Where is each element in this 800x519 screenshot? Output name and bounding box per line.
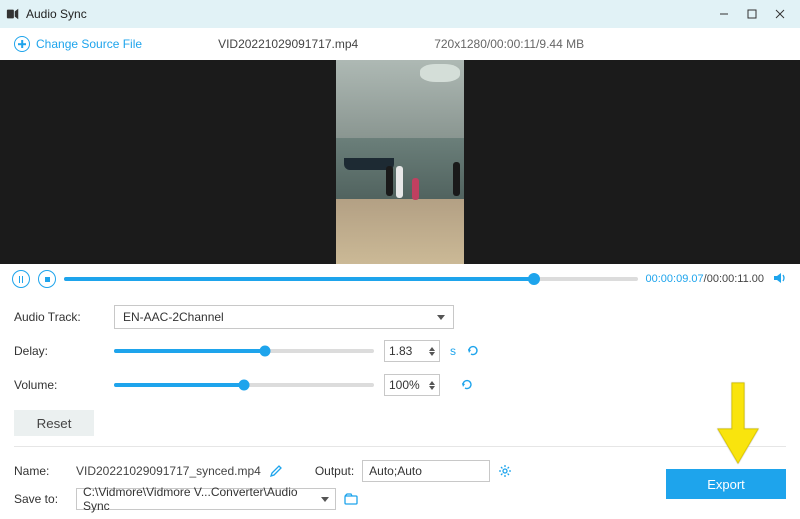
saveto-label: Save to: <box>14 492 68 506</box>
output-select[interactable]: Auto;Auto <box>362 460 490 482</box>
export-button[interactable]: Export <box>666 469 786 499</box>
total-time: 00:00:11.00 <box>707 273 764 285</box>
titlebar: Audio Sync <box>0 0 800 28</box>
progress-thumb[interactable] <box>528 273 540 285</box>
delay-step-down[interactable] <box>429 352 435 356</box>
minimize-button[interactable] <box>710 3 738 25</box>
delay-step-up[interactable] <box>429 347 435 351</box>
video-preview[interactable] <box>0 60 800 264</box>
pause-button[interactable] <box>12 270 30 288</box>
delay-slider-thumb[interactable] <box>259 346 270 357</box>
volume-row: Volume: 100% <box>14 368 786 402</box>
controls-panel: Audio Track: EN-AAC-2Channel Delay: 1.83… <box>0 294 800 402</box>
output-value: Auto;Auto <box>369 464 422 478</box>
audio-track-row: Audio Track: EN-AAC-2Channel <box>14 300 786 334</box>
volume-input[interactable]: 100% <box>384 374 440 396</box>
playback-bar: 00:00:09.07/00:00:11.00 <box>0 264 800 294</box>
window-title: Audio Sync <box>26 7 710 21</box>
progress-track[interactable] <box>64 277 638 281</box>
stop-button[interactable] <box>38 270 56 288</box>
time-display: 00:00:09.07/00:00:11.00 <box>646 273 764 285</box>
audio-track-label: Audio Track: <box>14 310 104 324</box>
volume-step-down[interactable] <box>429 386 435 390</box>
delay-reset-icon[interactable] <box>466 344 480 358</box>
volume-value: 100% <box>389 378 420 392</box>
name-label: Name: <box>14 464 68 478</box>
app-icon <box>6 7 20 21</box>
source-row: Change Source File VID20221029091717.mp4… <box>0 28 800 60</box>
volume-slider[interactable] <box>114 383 374 387</box>
delay-unit: s <box>450 344 456 358</box>
edit-icon[interactable] <box>269 464 283 478</box>
current-time: 00:00:09.07 <box>646 273 704 285</box>
source-meta: 720x1280/00:00:11/9.44 MB <box>434 37 584 51</box>
maximize-button[interactable] <box>738 3 766 25</box>
delay-value: 1.83 <box>389 344 412 358</box>
volume-icon[interactable] <box>772 270 788 289</box>
folder-icon[interactable] <box>344 492 358 506</box>
delay-slider-fill <box>114 349 265 353</box>
volume-slider-thumb[interactable] <box>239 380 250 391</box>
saveto-value: C:\Vidmore\Vidmore V...Converter\Audio S… <box>83 485 321 513</box>
video-frame <box>336 60 464 264</box>
audio-track-select[interactable]: EN-AAC-2Channel <box>114 305 454 329</box>
source-filename: VID20221029091717.mp4 <box>218 37 358 51</box>
delay-label: Delay: <box>14 344 104 358</box>
divider <box>14 446 786 447</box>
volume-slider-fill <box>114 383 244 387</box>
output-label: Output: <box>315 464 354 478</box>
reset-button[interactable]: Reset <box>14 410 94 436</box>
delay-slider[interactable] <box>114 349 374 353</box>
change-source-button[interactable]: Change Source File <box>14 36 142 52</box>
close-button[interactable] <box>766 3 794 25</box>
plus-icon <box>14 36 30 52</box>
name-value: VID20221029091717_synced.mp4 <box>76 464 261 478</box>
progress-fill <box>64 277 534 281</box>
change-source-label: Change Source File <box>36 37 142 51</box>
gear-icon[interactable] <box>498 464 512 478</box>
delay-input[interactable]: 1.83 <box>384 340 440 362</box>
volume-label: Volume: <box>14 378 104 392</box>
volume-reset-icon[interactable] <box>460 378 474 392</box>
saveto-select[interactable]: C:\Vidmore\Vidmore V...Converter\Audio S… <box>76 488 336 510</box>
chevron-down-icon <box>321 497 329 502</box>
audio-track-value: EN-AAC-2Channel <box>123 310 224 324</box>
chevron-down-icon <box>437 315 445 320</box>
volume-step-up[interactable] <box>429 381 435 385</box>
delay-row: Delay: 1.83 s <box>14 334 786 368</box>
